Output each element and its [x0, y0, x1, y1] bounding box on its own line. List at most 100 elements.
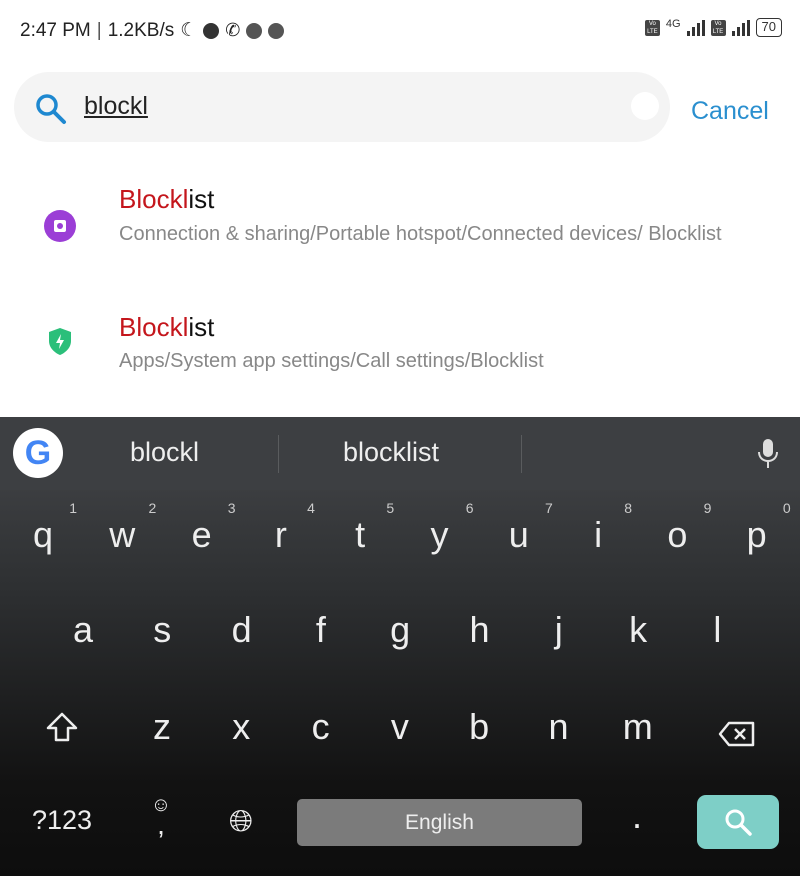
key[interactable]: g — [360, 609, 440, 651]
signal-icon — [731, 19, 750, 36]
key-label: s — [153, 609, 172, 650]
snapchat-icon — [268, 22, 285, 39]
key[interactable]: l — [677, 609, 757, 651]
key-label: l — [713, 609, 722, 650]
key[interactable]: n — [519, 706, 599, 748]
key-label: q — [32, 514, 54, 555]
key[interactable]: j — [519, 609, 599, 651]
key[interactable]: k — [598, 609, 678, 651]
key[interactable]: b — [439, 706, 519, 748]
key-hint: 1 — [69, 500, 77, 516]
whatsapp-icon: ✆ — [225, 20, 241, 40]
key[interactable]: f — [281, 609, 361, 651]
key-label: t — [355, 514, 366, 555]
key-label: v — [390, 706, 409, 747]
key[interactable]: t5 — [320, 500, 400, 556]
list-item[interactable]: Blocklist Apps/System app settings/Call … — [0, 300, 800, 390]
alarm-icon — [203, 22, 220, 39]
key[interactable]: q1 — [3, 500, 83, 556]
period-key[interactable]: . — [597, 795, 677, 837]
backspace-icon — [718, 721, 755, 747]
clear-icon[interactable] — [631, 92, 659, 120]
key-hint: 4 — [307, 500, 315, 516]
key[interactable]: z — [122, 706, 202, 748]
key[interactable]: i8 — [558, 500, 638, 556]
list-item[interactable]: Blocklist Connection & sharing/Portable … — [0, 170, 800, 280]
key-label: c — [311, 706, 330, 747]
network-speed: 1.2KB/s — [107, 19, 175, 41]
moon-icon: ☾ — [180, 20, 198, 41]
key-label: b — [469, 706, 490, 747]
key-label: k — [629, 609, 648, 650]
symbols-key[interactable]: ?123 — [22, 805, 102, 836]
key[interactable]: w2 — [82, 500, 162, 556]
key-label: x — [232, 706, 251, 747]
key-hint: 9 — [703, 500, 712, 516]
signal-icon — [686, 19, 705, 36]
divider — [521, 435, 522, 473]
suggestion[interactable]: blockl — [130, 437, 199, 468]
key-label: w — [109, 514, 136, 555]
clock: 2:47 PM — [20, 19, 91, 41]
key[interactable]: o9 — [637, 500, 717, 556]
shift-icon — [46, 712, 78, 742]
security-shield-icon — [49, 328, 71, 355]
key[interactable]: s — [122, 609, 202, 651]
key-label: o — [667, 514, 688, 555]
key[interactable]: e3 — [162, 500, 242, 556]
globe-icon[interactable]: 🌐︎ — [201, 805, 281, 839]
key[interactable]: a — [43, 609, 123, 651]
search-icon — [36, 94, 66, 124]
result-path: Connection & sharing/Portable hotspot/Co… — [119, 223, 722, 245]
key-hint: 3 — [227, 500, 236, 516]
key[interactable]: y6 — [400, 500, 480, 556]
key-hint: 8 — [624, 500, 633, 516]
comma-key[interactable]: ☺, — [121, 795, 201, 839]
key[interactable]: h — [440, 609, 520, 651]
suggestion[interactable]: blocklist — [343, 437, 439, 468]
key[interactable]: r4 — [241, 500, 321, 556]
key-label: e — [191, 514, 212, 555]
suggestion-strip: G blockl blocklist — [0, 417, 800, 490]
network-type: 4G — [665, 18, 681, 30]
title-match: Blockl — [119, 184, 189, 214]
key-label: a — [72, 609, 94, 650]
key-label: p — [746, 514, 767, 555]
key[interactable]: x — [201, 706, 281, 748]
key-label: i — [594, 514, 603, 555]
key-label: f — [315, 609, 326, 650]
search-query[interactable]: blockl — [84, 92, 148, 121]
space-bar[interactable]: English — [297, 799, 582, 846]
snapchat-icon — [246, 22, 263, 39]
divider — [278, 435, 279, 473]
key-label: j — [554, 609, 563, 650]
key-hint: 5 — [386, 500, 395, 516]
status-bar: 2:47 PM | 1.2KB/s ☾ ✆ Vo LTE 4G Vo LTE 70 — [0, 0, 800, 60]
shift-key[interactable] — [22, 710, 102, 752]
google-logo-icon[interactable]: G — [13, 428, 63, 478]
key-hint: 6 — [465, 500, 474, 516]
title-rest: ist — [188, 184, 215, 214]
cancel-button[interactable]: Cancel — [691, 97, 769, 126]
battery-icon: 70 — [755, 18, 782, 37]
key-label: r — [274, 514, 287, 555]
volte-icon: Vo LTE — [644, 19, 660, 36]
keyboard: G blockl blocklist ?123 ☺, 🌐︎ English . … — [0, 417, 800, 876]
microphone-icon[interactable] — [757, 439, 779, 469]
search-icon — [725, 809, 752, 836]
key[interactable]: c — [281, 706, 361, 748]
key-label: h — [469, 609, 490, 650]
key[interactable]: u7 — [479, 500, 559, 556]
search-key[interactable] — [697, 795, 779, 849]
backspace-key[interactable] — [697, 714, 777, 756]
key[interactable]: v — [360, 706, 440, 748]
key[interactable]: p0 — [717, 500, 797, 556]
key-label: g — [390, 609, 411, 650]
title-rest: ist — [188, 312, 215, 342]
key-label: m — [622, 706, 653, 747]
key[interactable]: m — [598, 706, 678, 748]
key-hint: 0 — [782, 500, 791, 516]
search-input[interactable]: blockl — [14, 72, 670, 142]
key[interactable]: d — [202, 609, 282, 651]
result-path: Apps/System app settings/Call settings/B… — [119, 350, 544, 372]
